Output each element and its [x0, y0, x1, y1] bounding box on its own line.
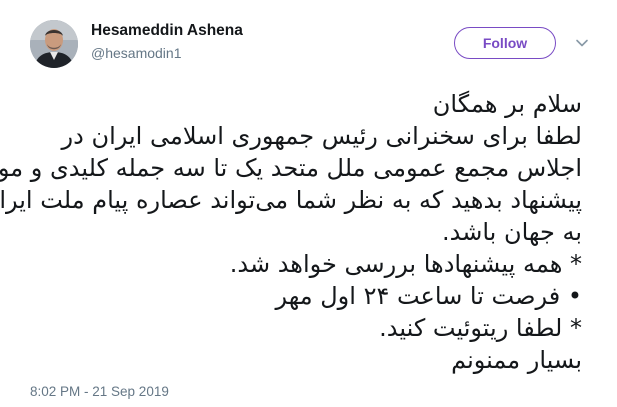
tweet-timestamp[interactable]: 8:02 PM - 21 Sep 2019	[30, 384, 169, 399]
avatar[interactable]	[30, 20, 78, 68]
avatar-photo	[30, 20, 78, 68]
chevron-down-icon[interactable]	[575, 36, 589, 50]
author-display-name[interactable]: Hesameddin Ashena	[91, 22, 243, 40]
tweet-text-line: اجلاس مجمع عمومی ملل متحد یک تا سه جمله …	[0, 154, 582, 182]
tweet-text-line: بسیار ممنونم	[451, 346, 582, 374]
tweet-text-line: سلام بر همگان	[432, 90, 582, 118]
tweet-text-line: * همه پیشنهادها بررسی خواهد شد.	[229, 250, 582, 278]
tweet-text: سلام بر همگان لطفا برای سخنرانی رئیس جمه…	[0, 88, 582, 376]
tweet-text-line: لطفا برای سخنرانی رئیس جمهوری اسلامی ایر…	[61, 122, 582, 150]
tweet-text-line: به جهان باشد.	[442, 218, 582, 246]
tweet-text-line: پیشنهاد بدهید که به نظر شما می‌تواند عصا…	[0, 186, 582, 214]
tweet-card: Hesameddin Ashena @hesamodin1 Follow سلا…	[0, 0, 617, 407]
tweet-text-line: * لطفا ریتوئیت کنید.	[379, 314, 582, 342]
author-handle[interactable]: @hesamodin1	[91, 45, 182, 61]
follow-button[interactable]: Follow	[454, 27, 556, 59]
tweet-text-line: • فرصت تا ساعت ۲۴ اول مهر	[275, 282, 582, 310]
